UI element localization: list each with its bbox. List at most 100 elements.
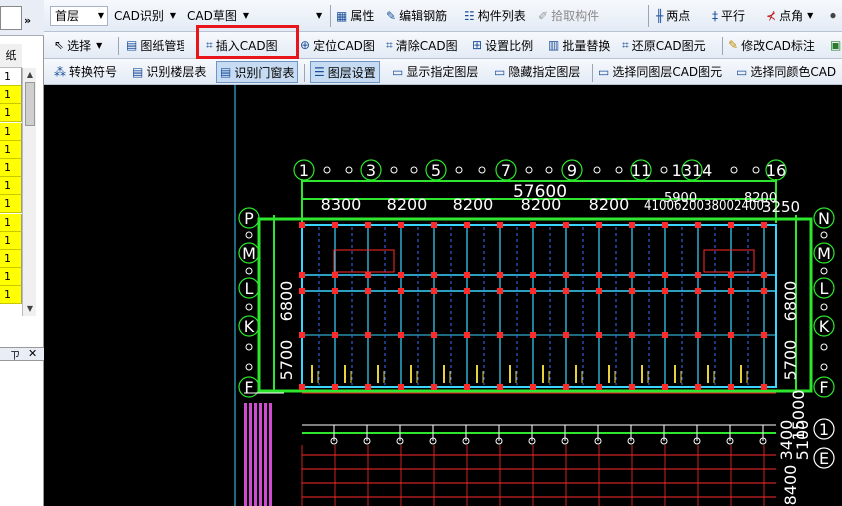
- row-cell[interactable]: 1: [0, 250, 22, 268]
- left-side-dimension: 5700: [277, 340, 296, 381]
- set-scale-button[interactable]: ⊞ 设置比例: [472, 32, 533, 58]
- axis-letter-right: N: [818, 209, 830, 228]
- column: [662, 384, 668, 390]
- row-cell[interactable]: 1: [0, 86, 22, 105]
- row-cell[interactable]: 1: [0, 177, 22, 196]
- column: [431, 384, 437, 390]
- column: [530, 332, 536, 338]
- row-cell[interactable]: 1: [0, 213, 22, 232]
- row-cell[interactable]: 1: [0, 140, 22, 159]
- column: [761, 288, 767, 294]
- component-list-button[interactable]: ☷ 构件列表: [464, 0, 526, 31]
- axis-letter-right: E: [819, 449, 829, 468]
- separator: [118, 37, 119, 56]
- bay-dimension: 8200: [589, 195, 630, 214]
- row-cell[interactable]: 1: [0, 104, 22, 123]
- select-button[interactable]: ⇖ 选择 ▼: [54, 32, 102, 58]
- bay-dimension: 8200: [387, 195, 428, 214]
- axis-letter-right: K: [819, 317, 830, 336]
- row-cell[interactable]: 1: [0, 195, 22, 214]
- column: [695, 384, 701, 390]
- row-cell[interactable]: 1: [0, 122, 22, 141]
- axis-marker: [730, 166, 738, 174]
- cad-drawing[interactable]: 1 3 5 7 9 11 1314 16576008300 8200 8200 8200 8200 41…: [44, 85, 842, 506]
- cad-canvas[interactable]: 1 3 5 7 9 11 1314 16 57600 8300 8200 8200 8200 8200 41…: [44, 85, 842, 506]
- column: [398, 332, 404, 338]
- separator: [648, 5, 649, 27]
- more-toolbar-icon[interactable]: »: [24, 14, 31, 27]
- separator: [304, 64, 305, 82]
- cad-sketch-label: CAD草图: [187, 9, 237, 23]
- axis-marker-left: [245, 267, 253, 275]
- hide-layer-button[interactable]: ▭ 隐藏指定图层: [494, 59, 580, 84]
- column: [530, 272, 536, 278]
- row-cell[interactable]: 1: [0, 68, 22, 86]
- convert-symbol-label: 转换符号: [69, 65, 118, 79]
- pin-icon[interactable]: ㄗ: [10, 347, 20, 362]
- scroll-down-icon[interactable]: ▼: [23, 302, 37, 316]
- edit-rebar-button[interactable]: ✎ 编辑钢筋: [386, 0, 447, 31]
- pencil-icon: ✎: [386, 8, 397, 23]
- toolbar-overflow-button[interactable]: ⦁: [830, 0, 839, 31]
- layer-settings-button[interactable]: ☰ 图层设置: [310, 61, 380, 83]
- drawing-manage-button[interactable]: ▤ 图纸管理: [126, 32, 184, 58]
- parallel-button[interactable]: ‡ 平行: [712, 0, 745, 31]
- axis-letter-left: P: [244, 209, 254, 228]
- point-angle-button[interactable]: ⊀ 点角 ▼: [766, 0, 813, 31]
- batch-replace-button[interactable]: ▥ 批量替换: [548, 32, 610, 58]
- row-cell[interactable]: 1: [0, 286, 22, 305]
- select-same-color-button[interactable]: ▭ 选择同颜色CAD: [736, 59, 836, 84]
- locate-cad-button[interactable]: ⊕ 定位CAD图: [300, 32, 375, 58]
- row-cell[interactable]: 1: [0, 159, 22, 177]
- vertical-scrollbar[interactable]: ▲ ▼: [22, 68, 36, 316]
- modify-cad-label-button[interactable]: ✎ 修改CAD标注: [728, 32, 815, 58]
- close-icon[interactable]: ✕: [28, 347, 37, 360]
- scroll-thumb[interactable]: [25, 82, 35, 126]
- column: [563, 332, 569, 338]
- layer-settings-label: 图层设置: [327, 65, 376, 80]
- recognize-door-window-table-button[interactable]: ▤ 识别门窗表: [216, 61, 299, 83]
- two-points-button[interactable]: ╫ 两点: [656, 0, 690, 31]
- axis-number: 5: [431, 161, 441, 180]
- separator: [592, 64, 593, 82]
- restore-cad-button[interactable]: ⌗ 还原CAD图元: [622, 32, 706, 58]
- convert-symbol-button[interactable]: ⁂ 转换符号: [54, 59, 117, 84]
- scroll-up-icon[interactable]: ▲: [23, 68, 37, 82]
- axis-number: 1314: [672, 161, 713, 180]
- show-layer-button[interactable]: ▭ 显示指定图层: [392, 59, 478, 84]
- recognize-floor-table-button[interactable]: ▤ 识别楼层表: [132, 59, 206, 84]
- select-same-layer-button[interactable]: ▭ 选择同图层CAD图元: [598, 59, 722, 84]
- column: [398, 272, 404, 278]
- floor-combo[interactable]: 首层 ▼: [50, 6, 108, 26]
- column: [761, 332, 767, 338]
- building-outline: [301, 224, 777, 388]
- bay-dimension: 8200: [521, 195, 562, 214]
- same-layer-icon: ▭: [598, 64, 610, 79]
- same-color-icon: ▭: [736, 64, 748, 79]
- floor-dropdown[interactable]: [0, 6, 22, 30]
- row-cell[interactable]: 1: [0, 231, 22, 250]
- pick-component-button[interactable]: ✐ 拾取构件: [538, 0, 599, 31]
- column: [563, 272, 569, 278]
- column: [695, 272, 701, 278]
- row-cell[interactable]: 1: [0, 268, 22, 287]
- two-points-label: 两点: [666, 9, 691, 23]
- toolbar2-overflow-button[interactable]: ▣: [830, 32, 842, 58]
- clear-cad-button[interactable]: ⌗ 清除CAD图: [386, 32, 458, 58]
- chevron-down-icon: ▼: [96, 40, 103, 50]
- show-layer-icon: ▭: [392, 64, 404, 79]
- parallel-icon: ‡: [712, 8, 718, 23]
- axis-number: 3: [366, 161, 376, 180]
- stair-box: [703, 249, 755, 273]
- column: [530, 222, 536, 228]
- properties-button[interactable]: ▦ 属性: [336, 0, 374, 31]
- axis-marker-left: [245, 343, 253, 351]
- column: [299, 272, 305, 278]
- axis-marker: [660, 166, 668, 174]
- column: [695, 222, 701, 228]
- recognize-floor-table-label: 识别楼层表: [146, 65, 207, 79]
- toolbar-more-dropdown[interactable]: ▼: [316, 0, 322, 31]
- cad-recognize-dropdown[interactable]: CAD识别 ▼: [114, 0, 176, 31]
- axis-marker: [545, 166, 553, 174]
- column: [662, 288, 668, 294]
